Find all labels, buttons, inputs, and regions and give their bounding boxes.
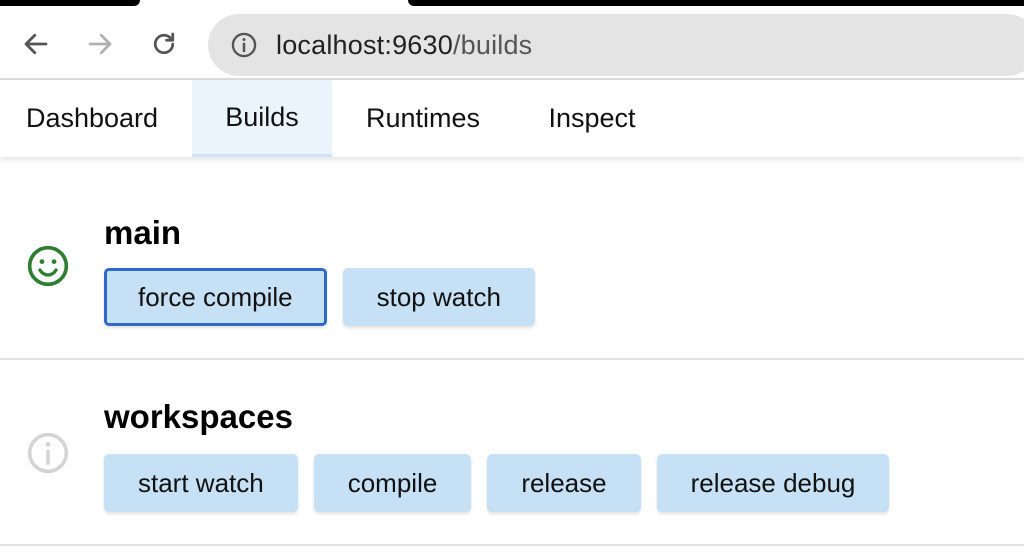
tab-inspect[interactable]: Inspect xyxy=(522,80,662,157)
release-button[interactable]: release xyxy=(487,454,641,512)
browser-toolbar: localhost:9630/builds xyxy=(0,6,1024,78)
build-divider xyxy=(0,544,1024,546)
url-host: localhost:9630 xyxy=(276,29,453,60)
url-path: /builds xyxy=(452,29,533,60)
build-actions: start watch compile release release debu… xyxy=(104,454,890,512)
build-item-main: main force compile stop watch xyxy=(0,200,1024,358)
arrow-left-icon xyxy=(24,33,48,55)
address-bar[interactable]: localhost:9630/builds xyxy=(208,14,1024,76)
force-compile-button[interactable]: force compile xyxy=(104,268,327,326)
compile-button[interactable]: compile xyxy=(313,454,472,512)
tab-dashboard[interactable]: Dashboard xyxy=(0,80,184,157)
build-actions: force compile stop watch xyxy=(104,268,535,326)
build-title: main xyxy=(104,214,182,251)
build-title: workspaces xyxy=(104,398,293,435)
start-watch-button[interactable]: start watch xyxy=(104,454,298,512)
release-debug-button[interactable]: release debug xyxy=(656,454,890,512)
info-circle-icon[interactable] xyxy=(230,31,258,59)
reload-icon xyxy=(153,32,175,55)
forward-button[interactable] xyxy=(80,24,120,64)
build-item-workspaces: workspaces start watch compile release r… xyxy=(0,360,1024,546)
tab-runtimes[interactable]: Runtimes xyxy=(340,80,506,157)
reload-button[interactable] xyxy=(144,24,184,64)
arrow-right-icon xyxy=(88,33,112,55)
tab-builds[interactable]: Builds xyxy=(192,80,332,157)
back-button[interactable] xyxy=(16,24,56,64)
stop-watch-button[interactable]: stop watch xyxy=(342,268,535,326)
app-nav-tabs: Dashboard Builds Runtimes Inspect xyxy=(0,80,1024,157)
smiley-icon xyxy=(26,244,70,288)
url-text[interactable]: localhost:9630/builds xyxy=(276,30,532,61)
info-circle-icon xyxy=(26,431,70,475)
